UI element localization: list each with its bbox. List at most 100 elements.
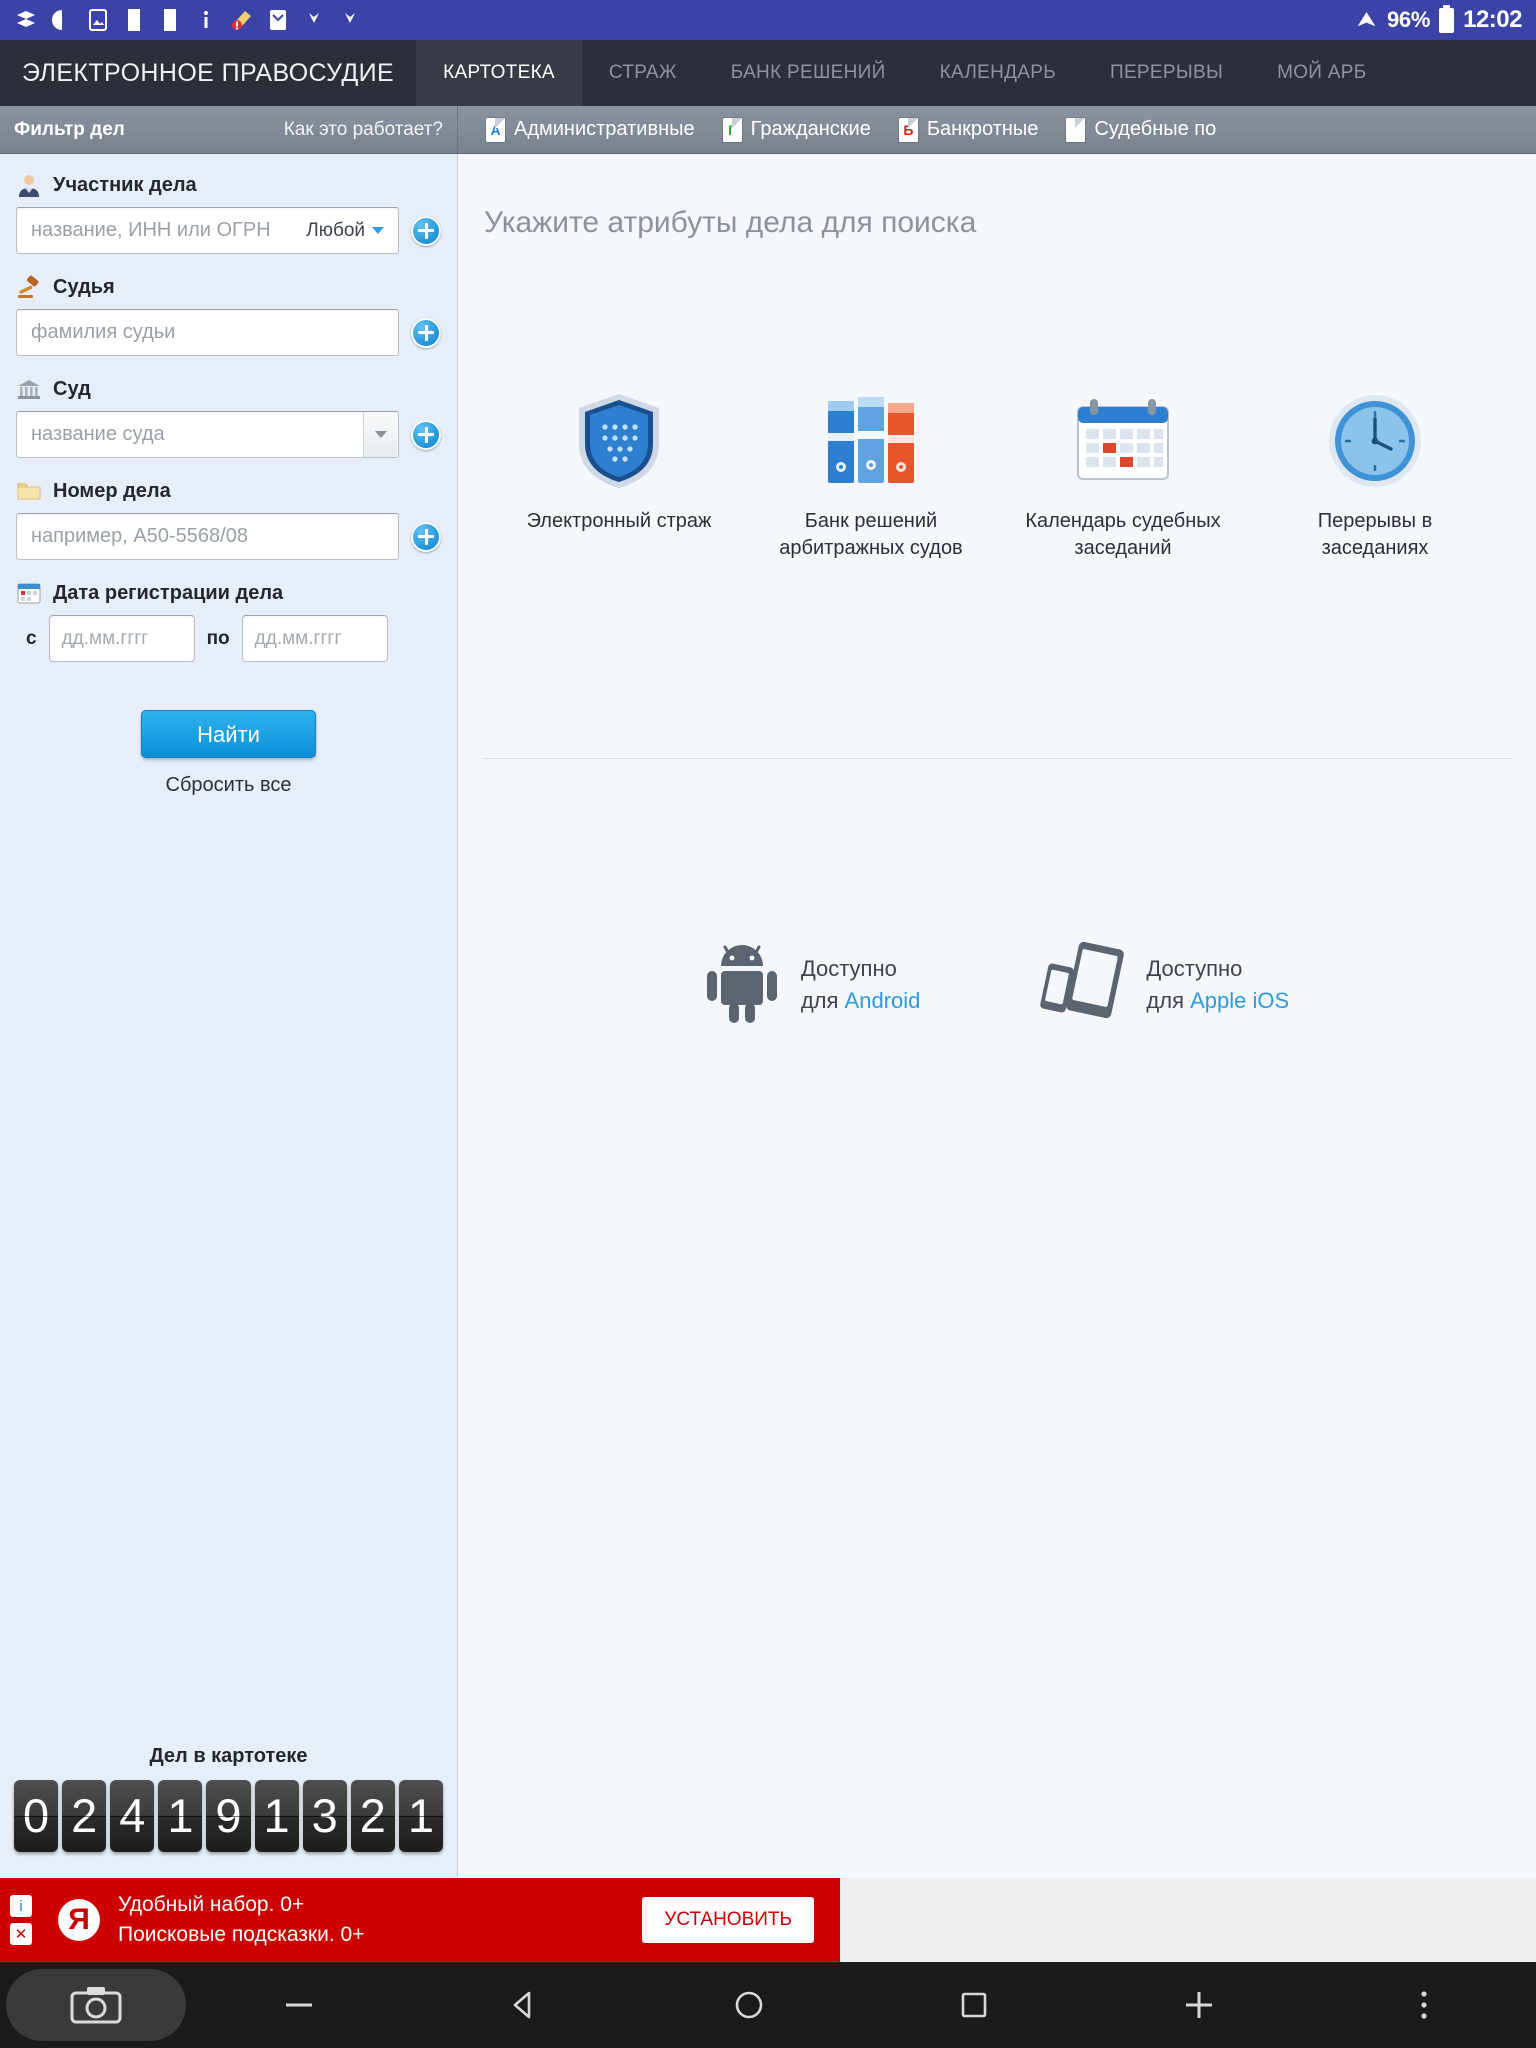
ad-install-button[interactable]: УСТАНОВИТЬ — [642, 1897, 814, 1943]
add-participant-button[interactable] — [411, 215, 441, 246]
date-from-input[interactable]: дд.мм.гггг — [48, 615, 195, 662]
field-participant-row: название, ИНН или ОГРН Любой — [16, 207, 441, 254]
counter-digit: 1 — [158, 1780, 203, 1852]
photo-icon — [86, 9, 109, 32]
category-judicial[interactable]: Судебные по — [1052, 117, 1230, 142]
tab-moy-arb[interactable]: МОЙ АРБ — [1250, 40, 1393, 106]
category-civil[interactable]: Г Гражданские — [709, 117, 885, 142]
field-court: Суд название суда — [0, 376, 457, 458]
how-it-works-link[interactable]: Как это работает? — [284, 119, 443, 141]
court-dropdown-button[interactable] — [363, 412, 397, 457]
category-label: Административные — [514, 118, 695, 140]
participant-input[interactable]: название, ИНН или ОГРН Любой — [16, 207, 399, 254]
case-number-input[interactable]: например, А50-5568/08 — [16, 513, 399, 560]
filter-category-bar: Фильтр дел Как это работает? А Администр… — [0, 106, 1536, 154]
category-administrative[interactable]: А Административные — [472, 117, 709, 142]
field-registration-date-label: Дата регистрации дела — [53, 581, 284, 604]
promo-elektronnyy-strazh[interactable]: Электронный страж — [519, 390, 719, 562]
field-registration-date: Дата регистрации дела с дд.мм.гггг по дд… — [0, 580, 457, 662]
clock-icon — [1275, 390, 1475, 492]
add-case-number-button[interactable] — [411, 521, 441, 552]
status-bar-system-icons: 96% 12:02 — [1355, 4, 1522, 34]
judge-input[interactable]: фамилия судьи — [16, 309, 399, 356]
android-nav-bar — [0, 1962, 1536, 2048]
service-promos: Электронный страж Банк решений арбитражн… — [458, 240, 1536, 562]
ad-info-icon[interactable]: i — [10, 1895, 32, 1917]
ad-banner: i ✕ Я Удобный набор. 0+ Поисковые подска… — [0, 1878, 1536, 1962]
ios-link-text: Доступно для Apple iOS — [1146, 953, 1289, 1017]
promo-label: Электронный страж — [526, 510, 712, 532]
header-nav-tabs: КАРТОТЕКА СТРАЖ БАНК РЕШЕНИЙ КАЛЕНДАРЬ П… — [416, 40, 1393, 106]
field-court-label: Суд — [53, 377, 91, 400]
tab-strazh[interactable]: СТРАЖ — [582, 40, 704, 106]
page-body: Участник дела название, ИНН или ОГРН Люб… — [0, 154, 1536, 1878]
filter-title: Фильтр дел — [14, 118, 125, 140]
shield-icon — [519, 390, 719, 492]
case-counter: Дел в картотеке 0 2 4 1 9 1 3 2 1 — [0, 1745, 457, 1878]
android-link-text: Доступно для Android — [801, 953, 921, 1017]
promo-label: Перерывы в заседаниях — [1317, 510, 1433, 559]
field-case-number-label-row: Номер дела — [16, 478, 441, 504]
battery-percent-label: 96% — [1386, 7, 1431, 32]
cleanup-alert-icon — [230, 9, 253, 32]
app-link-ios[interactable]: Доступно для Apple iOS — [1040, 939, 1289, 1030]
main-content: Укажите атрибуты дела для поиска Электро… — [458, 154, 1536, 1878]
category-label: Судебные по — [1094, 118, 1217, 140]
field-participant: Участник дела название, ИНН или ОГРН Люб… — [0, 172, 457, 254]
calendar-icon — [16, 580, 42, 606]
date-to-input[interactable]: дд.мм.гггг — [241, 615, 388, 662]
promo-kalendar-zasedaniy[interactable]: Календарь судебных заседаний — [1023, 390, 1223, 562]
ios-line2-prefix: для — [1146, 987, 1191, 1013]
tab-kalendar[interactable]: КАЛЕНДАРЬ — [913, 40, 1083, 106]
tab-pereryvy[interactable]: ПЕРЕРЫВЫ — [1083, 40, 1250, 106]
add-court-button[interactable] — [411, 419, 441, 450]
search-button[interactable]: Найти — [141, 710, 316, 758]
home-circle-icon[interactable] — [719, 1975, 779, 2035]
field-judge-row: фамилия судьи — [16, 309, 441, 356]
blank-doc-icon — [122, 9, 145, 32]
counter-digit: 9 — [206, 1780, 251, 1852]
nav-buttons — [186, 1975, 1536, 2035]
main-placeholder-title: Укажите атрибуты дела для поиска — [484, 206, 977, 239]
info-icon — [194, 9, 217, 32]
judicial-doc-icon — [1066, 117, 1086, 142]
android-icon — [705, 939, 779, 1030]
reset-all-link[interactable]: Сбросить все — [0, 774, 457, 797]
add-judge-button[interactable] — [411, 317, 441, 348]
recents-square-icon[interactable] — [944, 1975, 1004, 2035]
promo-pereryvy[interactable]: Перерывы в заседаниях — [1275, 390, 1475, 562]
plus-icon[interactable] — [1169, 1975, 1229, 2035]
app-link-android[interactable]: Доступно для Android — [705, 939, 921, 1030]
tab-bank-resheniy[interactable]: БАНК РЕШЕНИЙ — [704, 40, 913, 106]
tab-kartoteka[interactable]: КАРТОТЕКА — [416, 40, 582, 106]
judge-placeholder: фамилия судьи — [31, 321, 176, 343]
field-case-number: Номер дела например, А50-5568/08 — [0, 478, 457, 560]
ad-line2: Поисковые подсказки. 0+ — [118, 1923, 365, 1946]
ad-content[interactable]: i ✕ Я Удобный набор. 0+ Поисковые подска… — [0, 1878, 840, 1962]
counter-digit: 2 — [350, 1780, 395, 1852]
participant-role-select[interactable]: Любой — [306, 220, 384, 242]
minus-icon[interactable] — [269, 1975, 329, 2035]
app-header: ЭЛЕКТРОННОЕ ПРАВОСУДИЕ КАРТОТЕКА СТРАЖ Б… — [0, 40, 1536, 106]
date-from-placeholder: дд.мм.гггг — [61, 627, 149, 649]
ad-close-icon[interactable]: ✕ — [10, 1923, 32, 1945]
chevron-down2-icon — [338, 9, 361, 32]
camera-icon[interactable] — [6, 1969, 186, 2041]
chevron-down-icon — [374, 431, 387, 438]
ios-line1: Доступно — [1146, 955, 1243, 981]
ios-link[interactable]: Apple iOS — [1190, 988, 1289, 1013]
back-triangle-icon[interactable] — [494, 1975, 554, 2035]
android-link[interactable]: Android — [845, 988, 921, 1013]
category-bankruptcy[interactable]: Б Банкротные — [885, 117, 1053, 142]
folder-icon — [16, 478, 42, 504]
participant-placeholder: название, ИНН или ОГРН — [31, 219, 271, 241]
calendar-big-icon — [1023, 390, 1223, 492]
ad-line1: Удобный набор. 0+ — [118, 1892, 305, 1916]
counter-digit: 4 — [110, 1780, 155, 1852]
bankruptcy-doc-icon: Б — [898, 117, 918, 142]
battery-icon — [1439, 4, 1455, 33]
field-judge: Судья фамилия судьи — [0, 274, 457, 356]
court-input[interactable]: название суда — [16, 411, 399, 458]
promo-bank-resheniy[interactable]: Банк решений арбитражных судов — [771, 390, 971, 562]
overflow-menu-icon[interactable] — [1394, 1975, 1454, 2035]
